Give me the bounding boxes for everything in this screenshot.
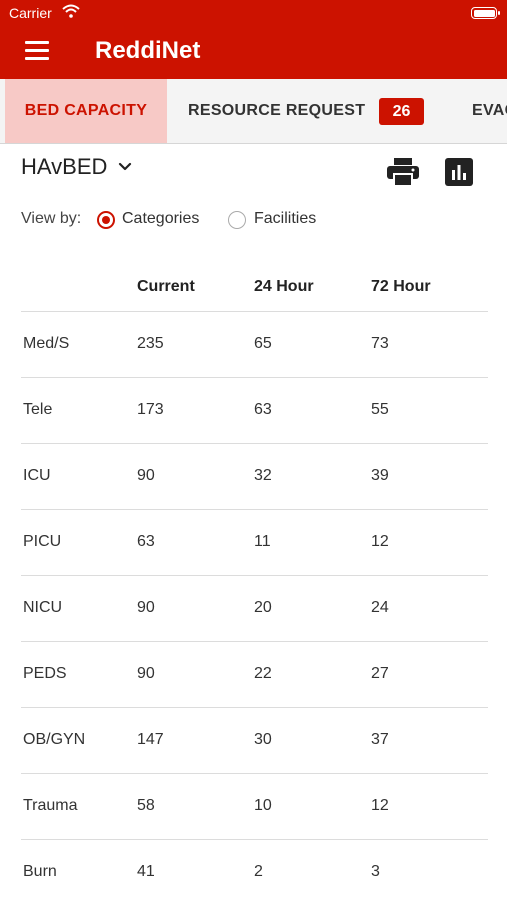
wifi-icon bbox=[62, 4, 80, 18]
print-icon[interactable] bbox=[386, 157, 420, 187]
row-72-hour: 12 bbox=[371, 797, 389, 814]
row-category: Trauma bbox=[23, 797, 78, 814]
app-title: ReddiNet bbox=[95, 37, 201, 64]
facilities-radio[interactable] bbox=[228, 211, 246, 229]
row-24-hour: 20 bbox=[254, 599, 272, 616]
row-72-hour: 37 bbox=[371, 731, 389, 748]
status-bar: Carrier bbox=[0, 0, 507, 28]
row-current: 58 bbox=[137, 797, 155, 814]
table-row: Tele 173 63 55 bbox=[21, 378, 488, 444]
chevron-down-icon[interactable] bbox=[118, 162, 132, 172]
tab-bar: BED CAPACITY RESOURCE REQUEST 26 EVAC bbox=[0, 79, 507, 144]
table-header: Current 24 Hour 72 Hour bbox=[21, 266, 488, 312]
tab-resource-request[interactable]: RESOURCE REQUEST bbox=[188, 79, 365, 143]
row-24-hour: 10 bbox=[254, 797, 272, 814]
table-row: ICU 90 32 39 bbox=[21, 444, 488, 510]
row-24-hour: 22 bbox=[254, 665, 272, 682]
row-24-hour: 11 bbox=[254, 533, 271, 550]
table-row: NICU 90 20 24 bbox=[21, 576, 488, 642]
tab-bed-capacity[interactable]: BED CAPACITY bbox=[5, 79, 167, 143]
table-row: PEDS 90 22 27 bbox=[21, 642, 488, 708]
row-category: PICU bbox=[23, 533, 62, 550]
row-72-hour: 12 bbox=[371, 533, 389, 550]
row-category: NICU bbox=[23, 599, 63, 616]
bar-chart-icon[interactable] bbox=[444, 157, 474, 187]
row-category: PEDS bbox=[23, 665, 67, 682]
table-row: Trauma 58 10 12 bbox=[21, 774, 488, 840]
battery-icon bbox=[471, 7, 500, 19]
facilities-radio-label[interactable]: Facilities bbox=[254, 210, 316, 228]
row-24-hour: 65 bbox=[254, 335, 272, 352]
row-current: 90 bbox=[137, 599, 155, 616]
table-row: Burn 41 2 3 bbox=[21, 840, 488, 905]
row-current: 235 bbox=[137, 335, 164, 352]
table-row: Med/S 235 65 73 bbox=[21, 312, 488, 378]
row-current: 90 bbox=[137, 665, 155, 682]
row-category: ICU bbox=[23, 467, 51, 484]
data-source-dropdown[interactable]: HAvBED bbox=[21, 154, 107, 180]
row-72-hour: 24 bbox=[371, 599, 389, 616]
table-row: OB/GYN 147 30 37 bbox=[21, 708, 488, 774]
row-category: Tele bbox=[23, 401, 53, 418]
row-current: 41 bbox=[137, 863, 155, 880]
tab-evac[interactable]: EVAC bbox=[472, 79, 507, 143]
header-current: Current bbox=[137, 278, 195, 295]
row-current: 147 bbox=[137, 731, 164, 748]
row-72-hour: 39 bbox=[371, 467, 389, 484]
carrier-label: Carrier bbox=[9, 5, 52, 21]
row-24-hour: 32 bbox=[254, 467, 272, 484]
row-current: 90 bbox=[137, 467, 155, 484]
row-category: OB/GYN bbox=[23, 731, 86, 748]
row-current: 173 bbox=[137, 401, 164, 418]
resource-request-count-badge: 26 bbox=[379, 98, 424, 125]
row-24-hour: 30 bbox=[254, 731, 272, 748]
row-category: Med/S bbox=[23, 335, 70, 352]
view-by-label: View by: bbox=[21, 210, 82, 227]
categories-radio[interactable] bbox=[97, 211, 115, 229]
row-24-hour: 63 bbox=[254, 401, 272, 418]
row-24-hour: 2 bbox=[254, 863, 263, 880]
row-category: Burn bbox=[23, 863, 57, 880]
row-72-hour: 73 bbox=[371, 335, 389, 352]
row-72-hour: 3 bbox=[371, 863, 380, 880]
menu-icon[interactable] bbox=[25, 41, 49, 61]
row-current: 63 bbox=[137, 533, 155, 550]
bed-capacity-table: Current 24 Hour 72 Hour Med/S 235 65 73 … bbox=[21, 266, 488, 905]
table-row: PICU 63 11 12 bbox=[21, 510, 488, 576]
app-header: Carrier ReddiNet bbox=[0, 0, 507, 79]
row-72-hour: 27 bbox=[371, 665, 389, 682]
categories-radio-label[interactable]: Categories bbox=[122, 210, 199, 228]
header-24-hour: 24 Hour bbox=[254, 278, 314, 295]
header-72-hour: 72 Hour bbox=[371, 278, 431, 295]
row-72-hour: 55 bbox=[371, 401, 389, 418]
